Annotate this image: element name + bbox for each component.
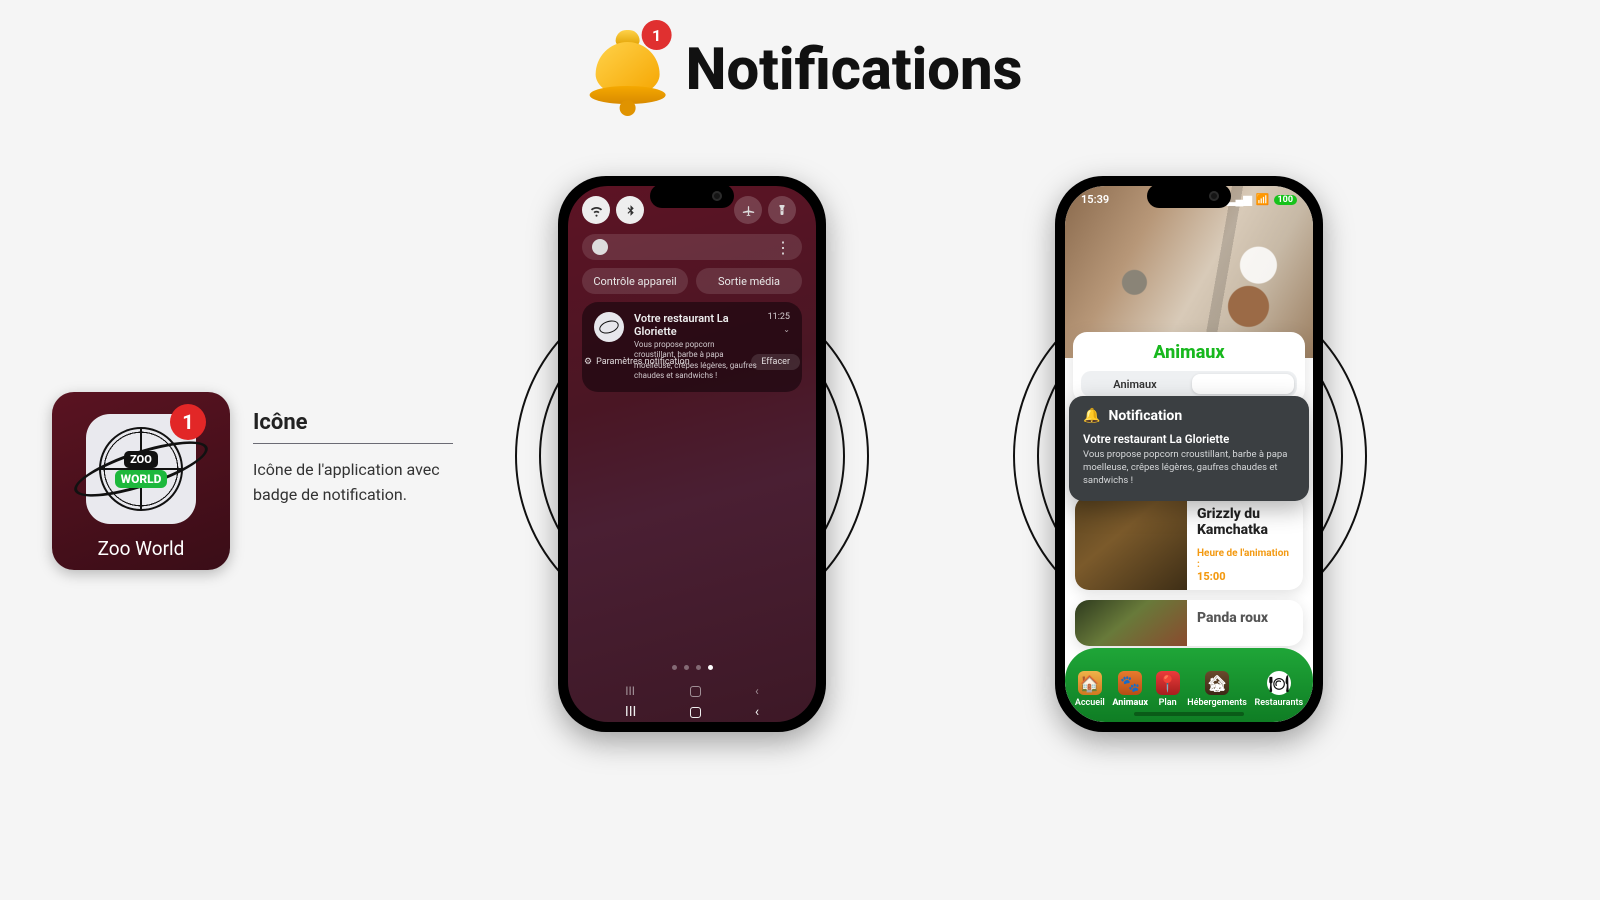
notification-settings-link[interactable]: ⚙Paramètres notification bbox=[584, 357, 690, 367]
tab-hebergements[interactable]: 🏚Hébergements bbox=[1187, 671, 1247, 708]
toast-heading: Notification bbox=[1108, 408, 1182, 424]
brightness-slider[interactable]: ⋮ bbox=[582, 234, 802, 260]
segmented-control[interactable]: Animaux Animations bbox=[1081, 371, 1297, 397]
battery-indicator: 100 bbox=[1274, 195, 1298, 205]
slider-knob[interactable] bbox=[592, 239, 608, 255]
icon-heading: Icône bbox=[253, 410, 453, 435]
page-header: 1 Notifications bbox=[578, 20, 1023, 120]
more-icon[interactable]: ⋮ bbox=[775, 238, 792, 257]
airplane-icon[interactable] bbox=[734, 196, 762, 224]
seg-thumb bbox=[1192, 374, 1294, 394]
home-icon bbox=[690, 686, 701, 697]
home-icon: 🏠 bbox=[1078, 671, 1102, 695]
map-pin-icon: 📍 bbox=[1156, 671, 1180, 695]
animation-cards: Grizzly du Kamchatka Heure de l'animatio… bbox=[1075, 496, 1303, 646]
gear-icon: ⚙ bbox=[584, 357, 592, 367]
clear-button[interactable]: Effacer bbox=[751, 354, 800, 370]
tab-bar: 🏠Accueil 🐾Animaux 📍Plan 🏚Hébergements 🍽R… bbox=[1065, 648, 1313, 722]
toast-title: Votre restaurant La Gloriette bbox=[1083, 432, 1295, 446]
app-icon-card: ZOO WORLD 1 Zoo World bbox=[52, 392, 230, 570]
tab-accueil[interactable]: 🏠Accueil bbox=[1075, 671, 1105, 708]
card-image bbox=[1075, 496, 1187, 590]
icon-description: Icône de l'application avec badge de not… bbox=[253, 458, 453, 508]
app-logo-top: ZOO bbox=[124, 451, 158, 468]
media-output-pill[interactable]: Sortie média bbox=[696, 268, 802, 294]
back-button[interactable]: ‹ bbox=[755, 704, 759, 720]
recents-button[interactable]: III bbox=[625, 704, 636, 720]
icon-description-block: Icône Icône de l'application avec badge … bbox=[253, 410, 453, 508]
bell-icon: 🔔 bbox=[1083, 408, 1100, 424]
chevron-down-icon[interactable]: ⌄ bbox=[783, 325, 790, 334]
notification-title: Votre restaurant La Gloriette bbox=[634, 312, 758, 338]
home-indicator bbox=[1134, 712, 1244, 716]
nav-bar: III ‹ bbox=[568, 704, 816, 720]
toast-body: Vous propose popcorn croustillant, barbe… bbox=[1083, 449, 1295, 487]
card-title: Grizzly du Kamchatka bbox=[1197, 506, 1293, 538]
card-time: 15:00 bbox=[1197, 570, 1293, 583]
card-subtitle: Heure de l'animation : bbox=[1197, 548, 1293, 570]
app-icon-tile[interactable]: ZOO WORLD 1 Zoo World bbox=[52, 392, 230, 570]
notification-time: 11:25 bbox=[768, 312, 790, 322]
bell-icon: 1 bbox=[578, 20, 678, 120]
page-title: Notifications bbox=[686, 36, 1023, 104]
notification-badge: 1 bbox=[170, 404, 206, 440]
app-logo-bottom: WORLD bbox=[115, 470, 168, 488]
card-grizzly[interactable]: Grizzly du Kamchatka Heure de l'animatio… bbox=[1075, 496, 1303, 590]
paw-icon: 🐾 bbox=[1118, 671, 1142, 695]
wifi-icon: 📶 bbox=[1256, 193, 1270, 206]
card-title: Panda roux bbox=[1197, 610, 1293, 626]
notification-card[interactable]: Votre restaurant La Gloriette Vous propo… bbox=[582, 302, 802, 392]
card-image bbox=[1075, 600, 1187, 646]
section-panel: Animaux Animaux Animations bbox=[1073, 332, 1305, 403]
tab-plan[interactable]: 📍Plan bbox=[1156, 671, 1180, 708]
restaurant-icon: 🍽 bbox=[1267, 671, 1291, 695]
wifi-icon[interactable] bbox=[582, 196, 610, 224]
bluetooth-icon[interactable] bbox=[616, 196, 644, 224]
phone-android-notification-shade: ⋮ Contrôle appareil Sortie média Votre r… bbox=[558, 176, 826, 732]
app-icon: ZOO WORLD 1 bbox=[86, 414, 196, 524]
section-title: Animaux bbox=[1081, 342, 1297, 363]
status-time: 15:39 bbox=[1081, 193, 1109, 206]
tab-restaurants[interactable]: 🍽Restaurants bbox=[1254, 671, 1303, 708]
phone-app-animaux: 15:39 ▂▄▆ 📶 100 Animaux Animaux Animatio… bbox=[1055, 176, 1323, 732]
nav-bar-ghost: III ‹ bbox=[568, 684, 816, 698]
page-indicator bbox=[568, 665, 816, 670]
bell-badge: 1 bbox=[642, 20, 672, 50]
notification-app-icon bbox=[594, 312, 624, 342]
dynamic-island bbox=[650, 184, 734, 208]
in-app-notification[interactable]: 🔔 Notification Votre restaurant La Glorie… bbox=[1069, 396, 1309, 501]
card-panda[interactable]: Panda roux bbox=[1075, 600, 1303, 646]
seg-animaux[interactable]: Animaux bbox=[1081, 371, 1189, 397]
device-control-pill[interactable]: Contrôle appareil bbox=[582, 268, 688, 294]
flashlight-icon[interactable] bbox=[768, 196, 796, 224]
cabin-icon: 🏚 bbox=[1205, 671, 1229, 695]
dynamic-island bbox=[1147, 184, 1231, 208]
home-button[interactable] bbox=[690, 707, 701, 718]
tab-animaux[interactable]: 🐾Animaux bbox=[1112, 671, 1148, 708]
app-name: Zoo World bbox=[98, 537, 185, 560]
